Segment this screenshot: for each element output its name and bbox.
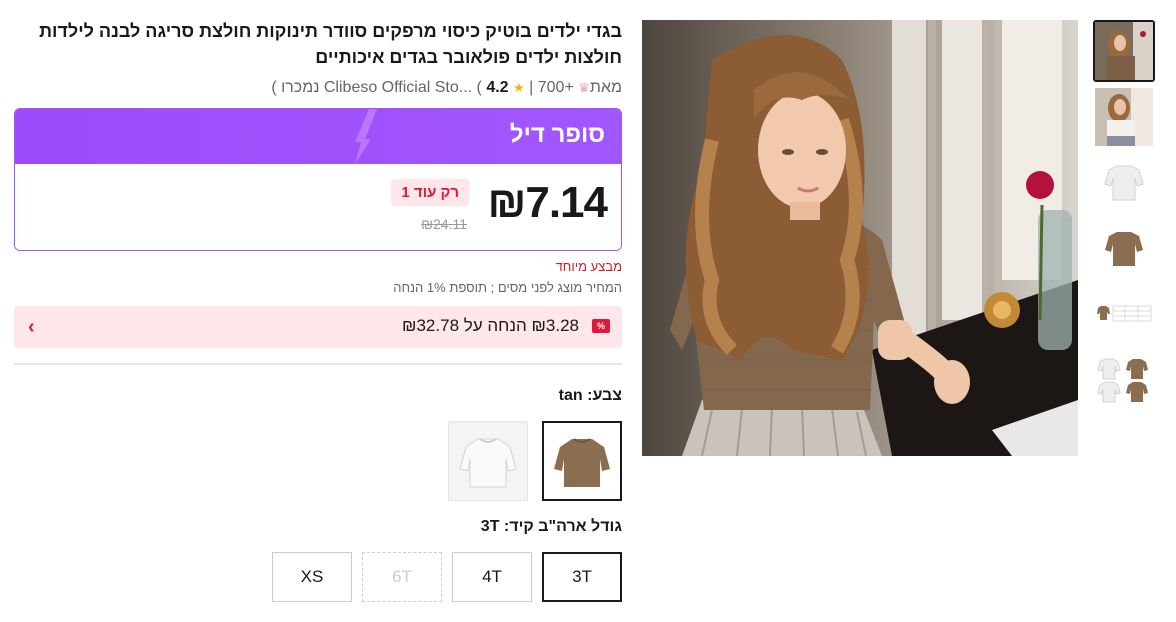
- size-option-6t[interactable]: 6T: [362, 552, 442, 602]
- chevron-left-icon[interactable]: ›: [28, 316, 35, 339]
- thumbnail-3[interactable]: [1093, 152, 1155, 214]
- percent-badge-icon: %: [592, 319, 610, 333]
- color-swatch-tan[interactable]: [542, 421, 622, 501]
- size-label-text: גודל ארה"ב קיד:: [503, 518, 622, 535]
- tax-note: המחיר מוצג לפני מסים ; תוספת 1% הנחה: [393, 280, 622, 295]
- sold-label: נמכרו: [281, 79, 320, 96]
- star-icon: ★: [513, 80, 525, 95]
- original-price: ₪24.11: [421, 216, 467, 232]
- deal-price-area: ₪7.14 רק עוד 1 ₪24.11: [15, 164, 621, 250]
- size-option-3t[interactable]: 3T: [542, 552, 622, 602]
- lightning-icon: [355, 109, 377, 164]
- store-rating-row: מאת♛ Clibeso Official Sto... ( 4.2 ★ | 7…: [14, 76, 622, 100]
- thumbnail-5[interactable]: [1093, 284, 1155, 346]
- rating-value: 4.2: [486, 79, 509, 96]
- super-deal-title: סופר דיל: [509, 121, 605, 148]
- coupon-banner[interactable]: % ₪3.28 הנחה על ₪32.78 ›: [14, 306, 622, 348]
- store-prefix: מאת: [589, 79, 622, 96]
- thumbnail-2[interactable]: [1093, 86, 1155, 148]
- special-offer-label: מבצע מיוחד: [555, 259, 622, 274]
- store-name-link[interactable]: Clibeso Official Sto...: [324, 79, 472, 96]
- product-info: בגדי ילדים בוטיק כיסוי מרפקים סוודר תינו…: [14, 18, 622, 602]
- size-option-xs[interactable]: XS: [272, 552, 352, 602]
- section-divider: [14, 363, 622, 365]
- rating-close-paren: ): [271, 79, 277, 96]
- super-deal-header: סופר דיל: [15, 109, 621, 164]
- sold-count: 700+: [537, 79, 574, 96]
- rating-open-paren: (: [476, 79, 482, 96]
- store-icon: ♛: [578, 80, 590, 95]
- thumbnail-4[interactable]: [1093, 218, 1155, 280]
- super-deal-box: סופר דיל ₪7.14 רק עוד 1 ₪24.11: [14, 108, 622, 251]
- current-price: ₪7.14: [487, 178, 608, 227]
- color-label: צבע: tan: [14, 387, 622, 405]
- coupon-text: ₪3.28 הנחה על ₪32.78: [402, 316, 579, 335]
- product-title: בגדי ילדים בוטיק כיסוי מרפקים סוודר תינו…: [39, 21, 622, 67]
- size-label: גודל ארה"ב קיד: 3T: [14, 518, 622, 536]
- thumbnail-1[interactable]: [1093, 20, 1155, 82]
- size-value: 3T: [480, 518, 500, 535]
- size-option-4t[interactable]: 4T: [452, 552, 532, 602]
- rating-separator: |: [529, 79, 534, 96]
- color-value: tan: [558, 387, 583, 404]
- color-swatch-white[interactable]: [448, 421, 528, 501]
- thumbnail-6[interactable]: [1093, 350, 1155, 412]
- color-label-text: צבע:: [587, 387, 622, 404]
- size-options: 3T 4T 6T XS: [14, 552, 622, 602]
- main-product-image[interactable]: [642, 20, 1078, 456]
- stock-badge: רק עוד 1: [391, 179, 469, 206]
- color-swatches: [14, 421, 622, 501]
- thumbnail-list: [1093, 20, 1155, 416]
